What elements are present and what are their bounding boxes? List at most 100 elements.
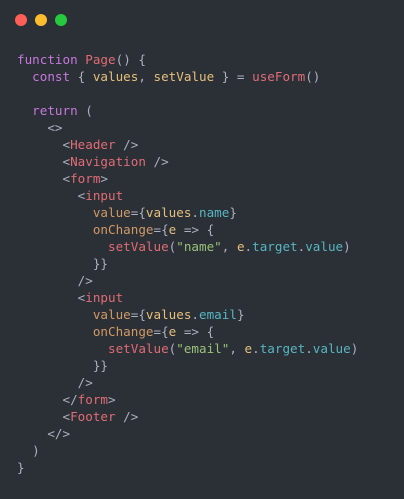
code-token-punct: < <box>17 154 71 169</box>
code-token-prop: value <box>305 239 344 254</box>
code-token-attr: onChange <box>92 324 154 339</box>
code-token-prop: email <box>199 307 237 322</box>
code-token-punct: , <box>138 69 154 84</box>
code-line: onChange={e => { <box>17 221 358 238</box>
code-token-string: "name" <box>176 239 222 254</box>
code-token-punct: } <box>229 205 237 220</box>
code-line: <> <box>17 119 358 136</box>
code-token-punct: , <box>229 341 245 356</box>
code-token-punct: { <box>70 69 93 84</box>
code-line: value={values.email} <box>17 306 358 323</box>
code-token-punct <box>17 205 93 220</box>
code-token-tag: input <box>85 290 124 305</box>
code-token-punct: . <box>244 239 253 254</box>
code-token-punct <box>17 103 32 118</box>
code-token-punct: . <box>191 205 200 220</box>
code-token-ident: e <box>244 341 253 356</box>
code-token-punct: ={ <box>153 324 169 339</box>
code-line: /> <box>17 272 358 289</box>
code-token-tag: input <box>85 188 124 203</box>
code-line: function Page() { <box>17 51 358 68</box>
code-line: return ( <box>17 102 358 119</box>
code-line: setValue("email", e.target.value) <box>17 340 358 357</box>
code-line: <input <box>17 289 358 306</box>
code-line: <input <box>17 187 358 204</box>
code-token-punct: ={ <box>130 205 146 220</box>
code-token-punct: , <box>221 239 237 254</box>
code-token-ident: values <box>145 307 192 322</box>
code-line: <Navigation /> <box>17 153 358 170</box>
code-token-punct: . <box>191 307 200 322</box>
minimize-button[interactable] <box>35 14 47 26</box>
code-token-punct: . <box>305 341 313 356</box>
code-token-attr: onChange <box>92 222 154 237</box>
code-token-keyword: return <box>32 103 78 118</box>
code-token-punct: > <box>100 171 109 186</box>
code-token-prop: name <box>199 205 230 220</box>
code-token-punct: < <box>17 290 86 305</box>
code-line: /> <box>17 374 358 391</box>
code-token-tag: Header <box>70 137 116 152</box>
code-line: ) <box>17 442 358 459</box>
code-token-punct: } = <box>214 69 253 84</box>
code-line: const { values, setValue } = useForm() <box>17 68 358 85</box>
code-line: onChange={e => { <box>17 323 358 340</box>
code-token-punct <box>17 324 93 339</box>
code-line: } <box>17 459 358 476</box>
code-token-punct: } <box>17 460 25 475</box>
code-token-ident: e <box>236 239 245 254</box>
code-token-punct: => { <box>176 324 215 339</box>
code-token-punct: < <box>17 137 71 152</box>
code-token-ident: values <box>145 205 192 220</box>
code-token-prop: value <box>312 341 351 356</box>
code-token-punct: ={ <box>130 307 146 322</box>
code-token-ident: values <box>92 69 139 84</box>
code-line: setValue("name", e.target.value) <box>17 238 358 255</box>
code-token-attr: value <box>92 307 131 322</box>
code-token-tag: Footer <box>70 409 116 424</box>
code-token-prop: target <box>259 341 306 356</box>
code-line: }} <box>17 357 358 374</box>
code-line: value={values.name} <box>17 204 358 221</box>
code-token-punct: > <box>108 392 116 407</box>
code-line: </form> <box>17 391 358 408</box>
code-line: }} <box>17 255 358 272</box>
code-token-function: useForm <box>252 69 306 84</box>
code-token-punct <box>17 222 93 237</box>
code-block: function Page() { const { values, setVal… <box>17 51 358 476</box>
code-token-function: setValue <box>108 341 169 356</box>
code-token-punct: /> <box>17 375 93 390</box>
code-token-punct: </> <box>17 426 71 441</box>
code-token-string: "email" <box>176 341 230 356</box>
code-token-tag: form <box>77 392 109 407</box>
close-button[interactable] <box>15 14 27 26</box>
code-token-punct: /> <box>17 273 93 288</box>
code-token-punct: </ <box>17 392 78 407</box>
code-token-punct: /> <box>115 409 139 424</box>
code-token-punct: < <box>17 409 71 424</box>
code-token-punct: } <box>236 307 245 322</box>
code-line: </> <box>17 425 358 442</box>
code-token-punct: () { <box>115 52 146 67</box>
code-token-keyword: const <box>32 69 71 84</box>
code-token-attr: value <box>92 205 131 220</box>
code-token-punct: }} <box>17 358 108 373</box>
maximize-button[interactable] <box>55 14 67 26</box>
code-token-punct: < <box>17 171 71 186</box>
code-token-punct <box>17 307 93 322</box>
code-token-function: setValue <box>108 239 169 254</box>
code-token-punct: () <box>305 69 321 84</box>
title-bar <box>0 0 404 40</box>
code-token-prop: target <box>252 239 298 254</box>
code-token-punct: <> <box>17 120 63 135</box>
code-token-tag: form <box>70 171 101 186</box>
code-token-punct: ={ <box>153 222 169 237</box>
code-token-keyword: function <box>17 52 78 67</box>
code-line: <Header /> <box>17 136 358 153</box>
code-token-punct: ) <box>17 443 40 458</box>
code-token-punct: . <box>252 341 260 356</box>
code-token-punct <box>17 69 32 84</box>
code-token-tag: Navigation <box>70 154 146 169</box>
code-token-punct: < <box>17 188 86 203</box>
